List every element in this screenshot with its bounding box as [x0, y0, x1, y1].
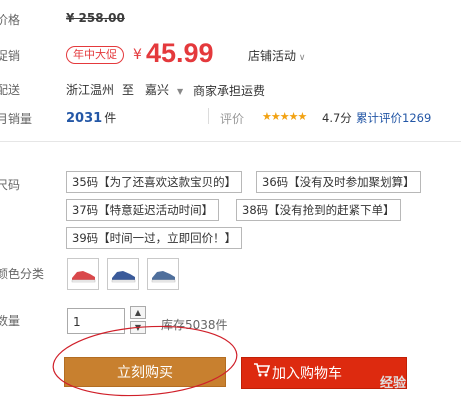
shop-event-link[interactable]: 店铺活动 ∨: [248, 47, 305, 64]
red-sneaker-icon: [71, 271, 96, 283]
sneaker-body: [152, 271, 175, 280]
rating-label: 评价: [220, 112, 245, 126]
size-label: 尺码: [0, 178, 21, 192]
size-option-38[interactable]: 38码【没有抢到的赶紧下单】: [236, 199, 401, 221]
highlight-ellipse: [52, 325, 238, 397]
cart-icon: [252, 360, 272, 392]
size-option-37[interactable]: 37码【特意延迟活动时间】: [66, 199, 220, 221]
navy-sneaker-icon: [151, 271, 176, 283]
sales-unit: 件: [104, 111, 117, 125]
dropdown-arrow-icon: ▼: [177, 87, 184, 96]
quantity-label: 数量: [0, 314, 21, 328]
sneaker-body: [112, 271, 135, 280]
blue-sneaker-icon: [111, 271, 136, 283]
promo-label: 促销: [0, 49, 21, 63]
color-swatch-blue[interactable]: [107, 258, 139, 290]
sneaker-sole: [151, 279, 176, 283]
sneaker-sole: [111, 279, 136, 283]
color-swatch-red[interactable]: [67, 258, 99, 290]
sneaker-body: [72, 271, 95, 280]
destination-label: 嘉兴: [145, 83, 170, 97]
price-label: 价格: [0, 13, 21, 27]
destination-select[interactable]: 嘉兴 ▼: [145, 81, 183, 98]
size-option-36[interactable]: 36码【没有及时参加聚划算】: [256, 171, 421, 193]
chevron-down-icon: ∨: [296, 53, 306, 63]
caret-up-icon: ▲: [134, 308, 142, 317]
monthly-sales-label: 月销量: [0, 112, 33, 126]
sneaker-sole: [71, 279, 96, 283]
stats-divider: [208, 108, 209, 124]
shipping-from: 浙江温州: [66, 83, 115, 97]
sales-count: 2031: [66, 111, 103, 126]
original-price: ¥ 258.00: [66, 11, 125, 25]
monthly-sales: 2031 件: [66, 109, 116, 126]
color-swatch-navy[interactable]: [147, 258, 179, 290]
quantity-increment-button[interactable]: ▲: [130, 306, 146, 319]
promo-badge: 年中大促: [66, 46, 124, 64]
currency-symbol: ¥: [133, 47, 142, 63]
sale-price: 45.99: [146, 38, 214, 68]
add-to-cart-label: 加入购物车: [272, 366, 342, 382]
reviews-link[interactable]: 累计评价1269: [356, 110, 431, 126]
rating-stars-icon: ★★★★★: [262, 110, 307, 123]
rating-score: 4.7分: [322, 111, 352, 125]
size-option-35[interactable]: 35码【为了还喜欢这款宝贝的】: [66, 171, 243, 193]
size-option-39[interactable]: 39码【时间一过，立即回价！】: [66, 227, 243, 249]
shop-event-label: 店铺活动: [248, 49, 297, 63]
watermark: 经验: [380, 376, 407, 391]
color-label: 颜色分类: [0, 267, 45, 281]
section-divider: [0, 141, 461, 142]
shipping-label: 配送: [0, 83, 21, 97]
shipping-to-word: 至: [122, 83, 135, 97]
shipping-note: 商家承担运费: [193, 84, 266, 98]
